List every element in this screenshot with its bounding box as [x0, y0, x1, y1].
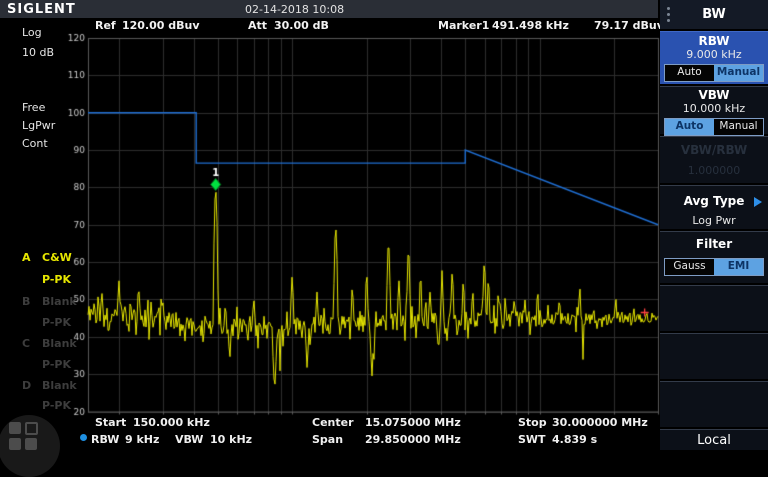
vbw-auto-manual-toggle: Auto Manual [664, 118, 764, 136]
rbw-bullet-icon [80, 434, 87, 441]
menu-dots-icon[interactable] [667, 7, 671, 25]
vbw-softkey[interactable]: VBW 10.000 kHz Auto Manual [660, 86, 768, 134]
span-value: 29.850000 MHz [365, 433, 461, 446]
filter-gauss-option[interactable]: Gauss [665, 259, 714, 275]
rbw-manual-option[interactable]: Manual [714, 65, 763, 81]
sweep-mode-label[interactable]: Cont [22, 137, 48, 150]
trigger-label[interactable]: Free [22, 101, 45, 114]
rbw-softkey[interactable]: RBW 9.000 kHz Auto Manual [660, 31, 768, 84]
start-value: 150.000 kHz [133, 416, 210, 429]
datetime: 02-14-2018 10:08 [245, 3, 344, 16]
stop-label: Stop [518, 416, 547, 429]
average-label[interactable]: LgPwr [22, 119, 55, 132]
local-button[interactable]: Local [660, 429, 768, 450]
filter-softkey[interactable]: Filter Gauss EMI [660, 231, 768, 283]
submenu-arrow-icon [754, 197, 762, 207]
vbw-rbw-ratio-softkey: VBW/RBW 1.000000 [660, 136, 768, 183]
menu-header: BW [660, 0, 768, 29]
rbw-auto-manual-toggle: Auto Manual [664, 64, 764, 82]
stop-value: 30.000000 MHz [552, 416, 648, 429]
span-label: Span [312, 433, 343, 446]
swt-label: SWT [518, 433, 546, 446]
home-grid-icon[interactable] [0, 415, 60, 477]
menu-title: BW [660, 0, 768, 29]
swt-value: 4.839 s [552, 433, 597, 446]
center-value: 15.075000 MHz [365, 416, 461, 429]
filter-toggle: Gauss EMI [664, 258, 764, 276]
start-label: Start [95, 416, 126, 429]
vbw-manual-option[interactable]: Manual [714, 119, 763, 135]
vbw-auto-option[interactable]: Auto [665, 119, 714, 135]
vbw-label: VBW [175, 433, 203, 446]
menu-slot-empty [660, 285, 768, 331]
rbw-auto-option[interactable]: Auto [665, 65, 714, 81]
rbw-value: 9 kHz [125, 433, 159, 446]
title-bar: SIGLENT 02-14-2018 10:08 [0, 0, 658, 18]
spectrum-plot-canvas[interactable] [60, 28, 660, 418]
filter-emi-option[interactable]: EMI [714, 259, 763, 275]
brand-logo: SIGLENT [7, 2, 76, 17]
scale-type-label[interactable]: Log [22, 26, 42, 39]
menu-slot-empty [660, 333, 768, 379]
softkey-menu-panel: BW RBW 9.000 kHz Auto Manual VBW 10.000 … [660, 0, 768, 450]
center-label: Center [312, 416, 354, 429]
vbw-value: 10 kHz [210, 433, 252, 446]
rbw-label: RBW [91, 433, 119, 446]
avg-type-softkey[interactable]: Avg Type Log Pwr [660, 185, 768, 229]
menu-slot-empty [660, 381, 768, 427]
scale-perdiv-label[interactable]: 10 dB [22, 46, 54, 59]
